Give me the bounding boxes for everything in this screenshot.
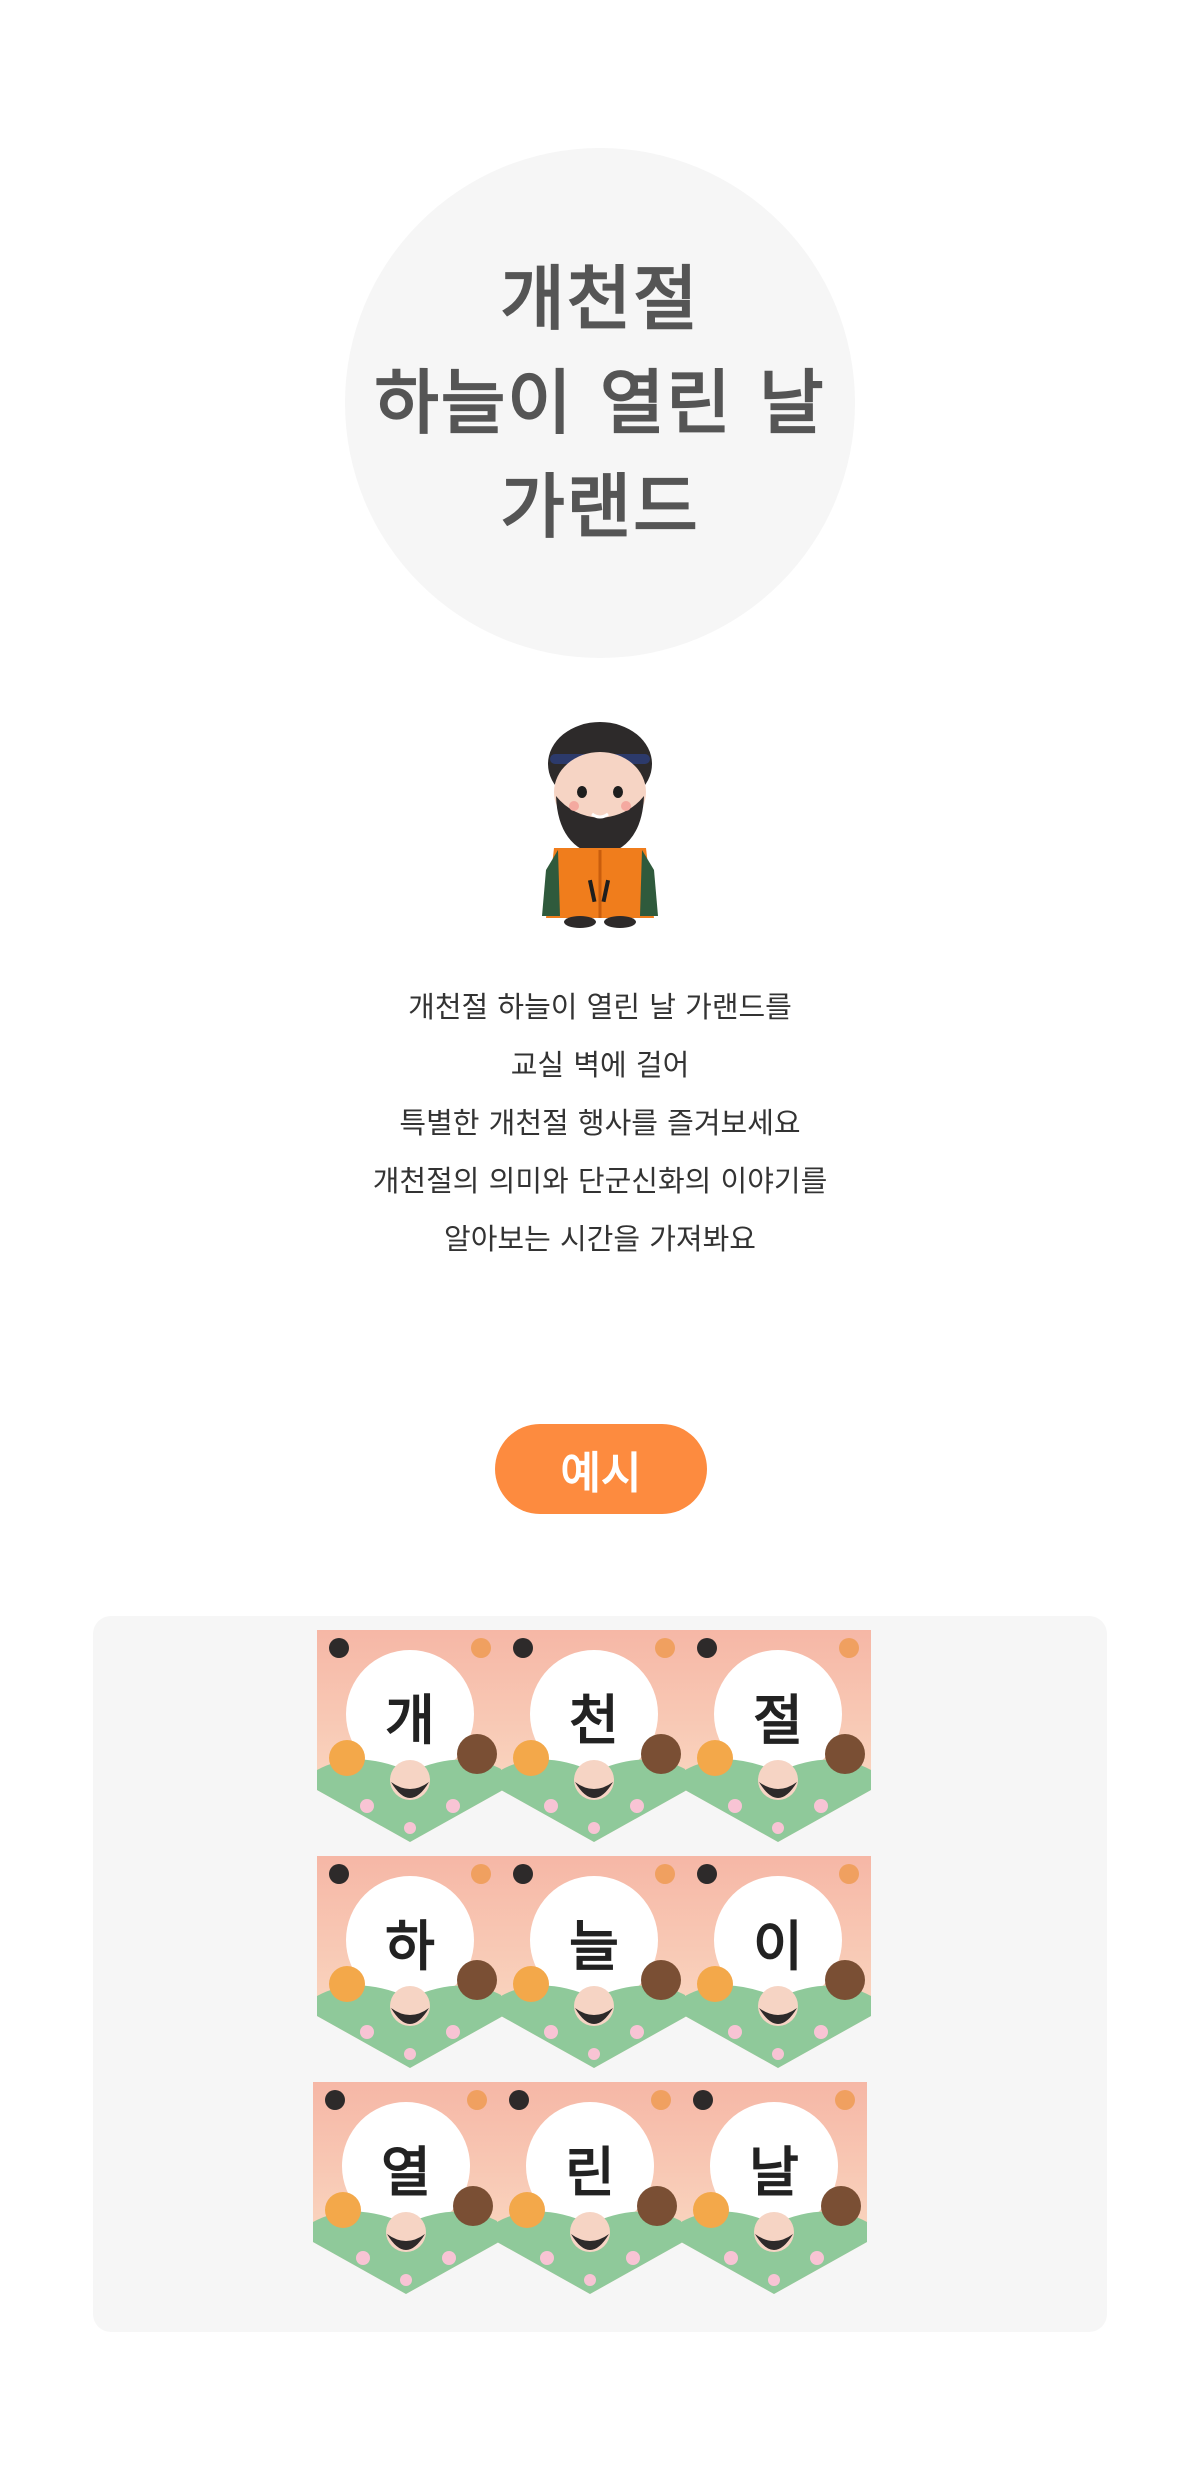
description-line-1: 개천절 하늘이 열린 날 가랜드를: [408, 990, 792, 1024]
garland-flag: 하: [317, 1856, 503, 2068]
page-title-line-3: 가랜드: [500, 466, 700, 548]
garland-flag: 열: [313, 2082, 499, 2294]
garland-flag: 린: [497, 2082, 683, 2294]
garland-flag-letter: 천: [569, 1689, 619, 1752]
example-badge: 예시: [495, 1424, 707, 1514]
garland-flag: 늘: [501, 1856, 687, 2068]
garland-preview-panel: 개 천 절 하 늘 이 열 린 날: [93, 1616, 1107, 2332]
garland-flag-letter: 린: [565, 2141, 615, 2204]
description-line-5: 알아보는 시간을 가져봐요: [444, 1222, 756, 1256]
description: 개천절 하늘이 열린 날 가랜드를 교실 벽에 걸어 특별한 개천절 행사를 즐…: [0, 978, 1200, 1268]
garland-flag-letter: 하: [385, 1915, 435, 1978]
description-line-3: 특별한 개천절 행사를 즐겨보세요: [399, 1106, 801, 1140]
garland-flag-letter: 절: [753, 1689, 803, 1752]
garland-flag: 이: [685, 1856, 871, 2068]
description-line-4: 개천절의 의미와 단군신화의 이야기를: [372, 1164, 828, 1198]
dangun-character-icon: [528, 720, 672, 928]
garland-flag-letter: 개: [385, 1689, 435, 1752]
description-line-2: 교실 벽에 걸어: [510, 1048, 690, 1082]
garland-flag-letter: 늘: [569, 1915, 619, 1978]
garland-flag-letter: 날: [749, 2141, 799, 2204]
garland-flag-letter: 이: [753, 1915, 803, 1978]
garland-flag: 절: [685, 1630, 871, 1842]
garland-flag: 천: [501, 1630, 687, 1842]
title-circle: 개천절 하늘이 열린 날 가랜드: [345, 148, 855, 658]
page-title-line-1: 개천절: [500, 258, 700, 340]
page-title-line-2: 하늘이 열린 날: [374, 362, 826, 444]
garland-flag: 개: [317, 1630, 503, 1842]
garland-flag-letter: 열: [381, 2141, 431, 2204]
garland-flag: 날: [681, 2082, 867, 2294]
